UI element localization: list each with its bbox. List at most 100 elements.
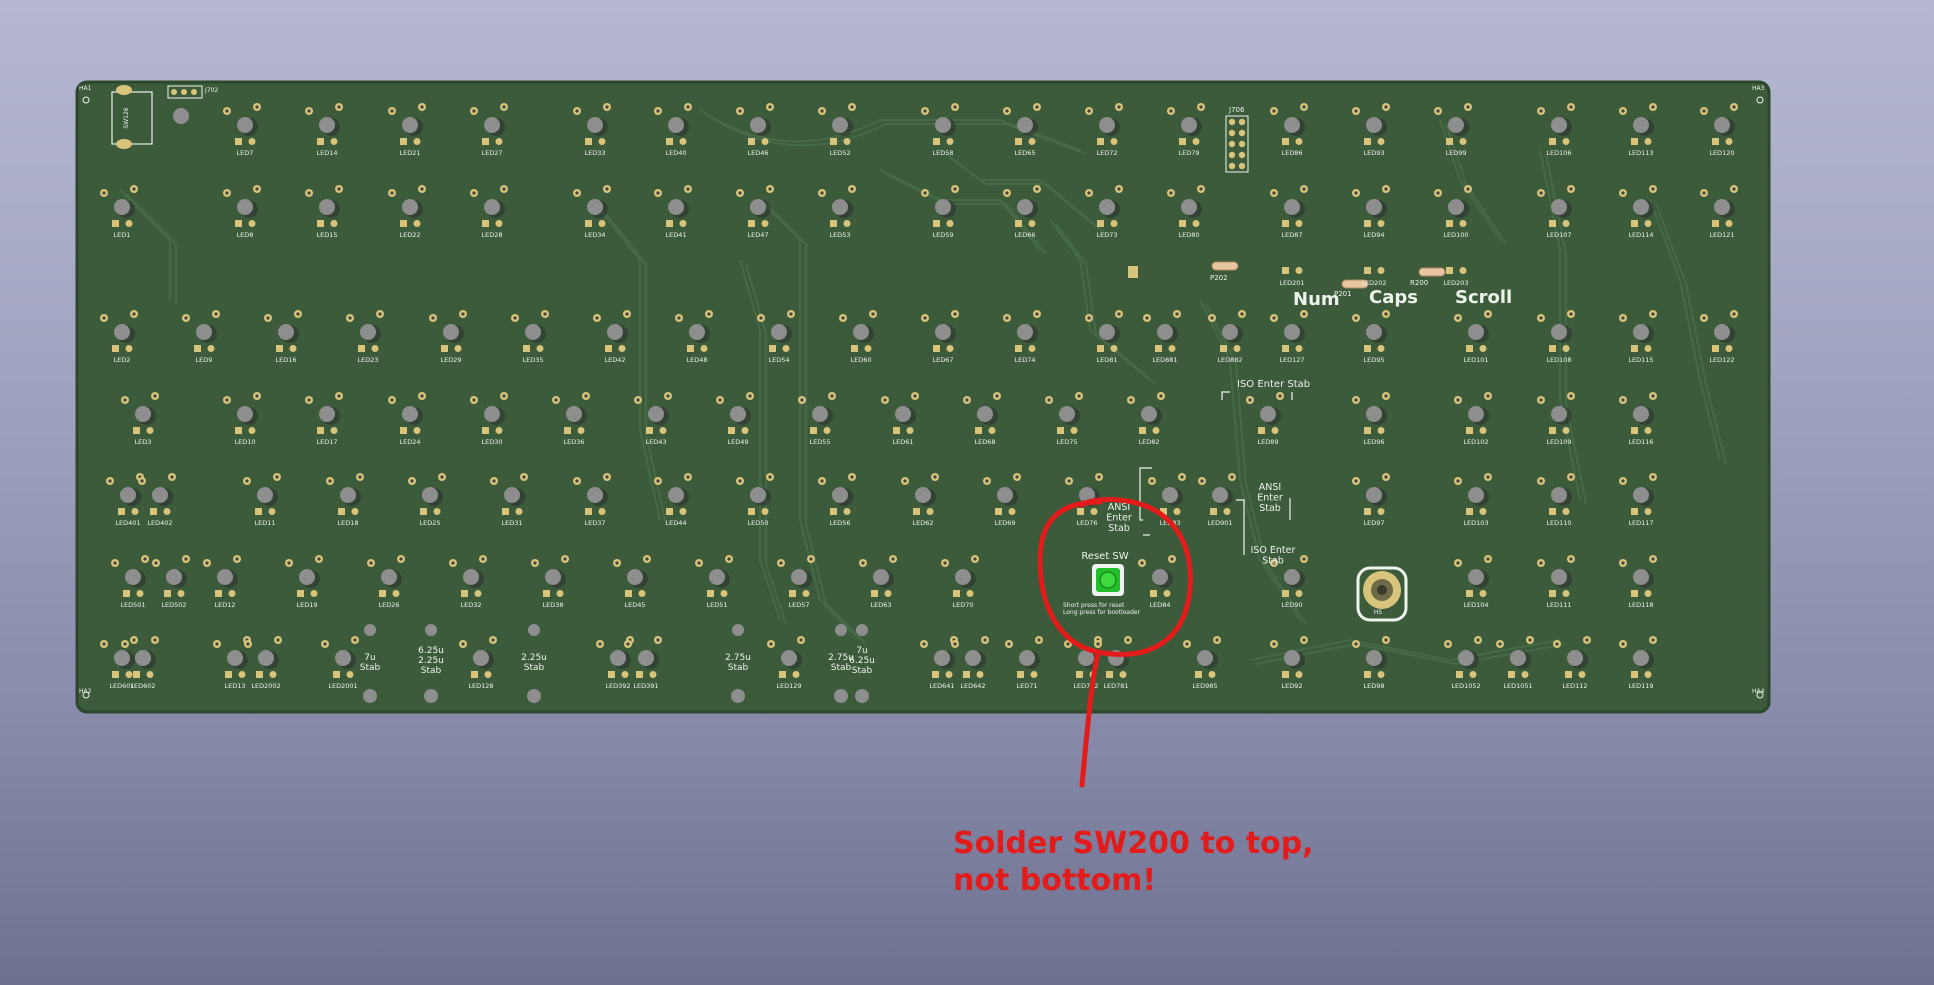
switch-center-hole	[977, 406, 993, 422]
led-label: LED1052	[1451, 682, 1480, 690]
led-pad	[1644, 508, 1652, 515]
led-pad	[330, 220, 338, 227]
led-pad	[585, 220, 592, 227]
led-label: LED48	[686, 356, 707, 364]
led-pad	[1644, 590, 1652, 597]
stab-hole	[364, 624, 376, 636]
switch-center-hole	[1284, 117, 1300, 133]
switch-center-hole	[1099, 117, 1115, 133]
led-label: LED118	[1628, 601, 1653, 609]
switch-center-hole	[381, 569, 397, 585]
switch-center-hole	[152, 487, 168, 503]
led-pad	[1163, 590, 1171, 597]
led-pad	[605, 345, 612, 352]
led-label: LED901	[1207, 519, 1232, 527]
led-pad	[495, 220, 503, 227]
switch-center-hole	[1551, 324, 1567, 340]
switch-center-hole	[237, 199, 253, 215]
led-label: LED68	[974, 438, 995, 446]
led-label: LED66	[1014, 231, 1035, 239]
led-label: LED22	[399, 231, 420, 239]
led-pad	[946, 138, 954, 145]
led-pad	[1028, 345, 1036, 352]
led-pad	[1712, 345, 1719, 352]
ansi-enter-stab-label-right: ANSI Enter Stab	[1257, 482, 1283, 514]
switch-center-hole	[1551, 406, 1567, 422]
switch-center-hole	[484, 406, 500, 422]
led-pad	[1057, 427, 1064, 434]
led-pad	[933, 345, 940, 352]
led-pad	[1364, 220, 1371, 227]
led-pad	[585, 508, 592, 515]
switch-center-hole	[114, 199, 130, 215]
led-pad	[1364, 267, 1371, 274]
switch-center-hole	[196, 324, 212, 340]
switch-center-hole	[335, 650, 351, 666]
led-pad	[966, 590, 974, 597]
led-pad	[1295, 671, 1303, 678]
led-label: LED65	[1014, 149, 1035, 157]
led-label: LED10	[234, 438, 255, 446]
led-label: LED43	[645, 438, 666, 446]
led-pad	[1459, 220, 1467, 227]
led-pad	[420, 508, 427, 515]
switch-center-hole	[1458, 650, 1474, 666]
led-pad	[1028, 138, 1036, 145]
switch-center-hole	[1633, 324, 1649, 340]
led-pad	[461, 590, 468, 597]
led-pad	[1179, 138, 1186, 145]
led-label: LED72	[1096, 149, 1117, 157]
switch-center-hole	[1551, 199, 1567, 215]
led-pad	[338, 508, 345, 515]
led-label: LED35	[522, 356, 543, 364]
led-pad	[502, 508, 509, 515]
led-pad	[679, 220, 687, 227]
switch-center-hole	[1284, 199, 1300, 215]
led-pad	[995, 508, 1002, 515]
led-pad	[1562, 508, 1570, 515]
led-pad	[1119, 671, 1127, 678]
led-pad	[1282, 138, 1289, 145]
led-pad	[1282, 267, 1289, 274]
led-pad	[1173, 508, 1181, 515]
switch-center-hole	[1366, 406, 1382, 422]
led-label: LED100	[1443, 231, 1468, 239]
led-label: LED59	[932, 231, 953, 239]
led-label: LED70	[952, 601, 973, 609]
led-pad	[1168, 345, 1176, 352]
led-pad	[146, 671, 154, 678]
led-pad	[1446, 267, 1453, 274]
switch-center-hole	[1212, 487, 1228, 503]
led-pad	[976, 671, 984, 678]
led-pad	[577, 427, 585, 434]
led-pad	[495, 427, 503, 434]
led-pad	[330, 138, 338, 145]
switch-center-hole	[1714, 199, 1730, 215]
j706-label: J706	[1228, 106, 1245, 114]
led-pad	[471, 671, 478, 678]
led-label: LED74	[1014, 356, 1035, 364]
led-pad	[235, 220, 242, 227]
led-label: LED1051	[1503, 682, 1532, 690]
p202-label: P202	[1210, 274, 1228, 282]
switch-center-hole	[1510, 650, 1526, 666]
led-pad	[1712, 220, 1719, 227]
switch-center-hole	[1633, 650, 1649, 666]
led-label: LED104	[1463, 601, 1488, 609]
led-label: LED642	[960, 682, 985, 690]
switch-center-hole	[422, 487, 438, 503]
led-pad	[748, 508, 755, 515]
led-label: LED86	[1281, 149, 1302, 157]
switch-center-hole	[1141, 406, 1157, 422]
led-label: LED63	[870, 601, 891, 609]
led-label: LED24	[399, 438, 420, 446]
switch-center-hole	[525, 324, 541, 340]
led-pad	[1208, 671, 1216, 678]
switch-center-hole	[1366, 487, 1382, 503]
led-pad	[1008, 508, 1016, 515]
led-label: LED98	[1363, 682, 1384, 690]
stab-hole	[855, 689, 869, 703]
led-pad	[1631, 671, 1638, 678]
led-pad	[1644, 220, 1652, 227]
led-pad	[1233, 345, 1241, 352]
